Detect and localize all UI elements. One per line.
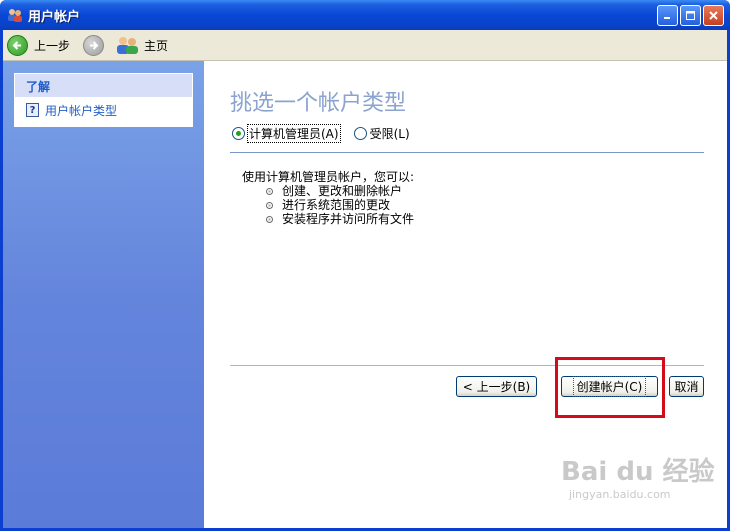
title-bar[interactable]: 用户帐户 [0,0,730,30]
account-description: 使用计算机管理员帐户，您可以: 创建、更改和删除帐户 进行系统范围的更改 安装程… [242,170,414,226]
bullet-icon [266,187,273,195]
baidu-watermark: Bai du 经验 jingyan.baidu.com [561,451,715,501]
home-users-icon [117,37,138,54]
list-item: 进行系统范围的更改 [266,198,414,212]
page-title: 挑选一个帐户类型 [230,91,407,116]
minimize-button[interactable] [657,5,678,26]
sidebar-item-account-types[interactable]: ? 用户帐户类型 [15,97,192,123]
radio-button-administrator[interactable] [232,127,245,140]
radio-option-administrator[interactable]: 计算机管理员(A) [232,124,341,143]
list-item: 安装程序并访问所有文件 [266,212,414,226]
home-label: 主页 [144,38,169,53]
minimize-icon [664,17,670,19]
help-icon: ? [26,103,39,117]
back-button[interactable]: 上一步 [7,33,70,57]
radio-option-limited[interactable]: 受限(L) [353,125,410,142]
divider [230,152,704,153]
window-title: 用户帐户 [28,10,81,25]
close-icon [709,11,718,20]
close-button[interactable] [703,5,724,26]
maximize-button[interactable] [680,5,701,26]
forward-button[interactable] [83,33,104,57]
home-button[interactable]: 主页 [116,33,168,57]
back-label: 上一步 [34,38,71,53]
list-item-text: 进行系统范围的更改 [282,198,391,212]
sidebar-item-label: 用户帐户类型 [45,103,118,118]
cancel-button[interactable]: 取消 [669,376,704,397]
toolbar: 上一步 主页 [3,30,727,61]
back-step-button[interactable]: < 上一步(B) [456,376,537,397]
radio-label-administrator: 计算机管理员(A) [247,124,341,143]
forward-arrow-icon [83,34,104,56]
radio-button-limited[interactable] [353,127,367,140]
watermark-logo: Bai du 经验 [561,457,715,487]
capability-list: 创建、更改和删除帐户 进行系统范围的更改 安装程序并访问所有文件 [266,184,414,226]
bullet-icon [266,201,273,209]
description-text: 使用计算机管理员帐户，您可以: [242,170,415,184]
list-item: 创建、更改和删除帐户 [266,184,414,198]
list-item-text: 创建、更改和删除帐户 [282,184,403,198]
users-icon [8,9,22,22]
bullet-icon [266,215,273,223]
sidebar-section-title: 了解 [15,74,192,97]
account-type-options: 计算机管理员(A) 受限(L) [232,124,424,143]
learn-about-panel: 了解 ? 用户帐户类型 [14,73,193,127]
highlight-annotation [555,357,665,418]
maximize-icon [686,11,695,20]
sidebar: 了解 ? 用户帐户类型 [3,61,204,528]
list-item-text: 安装程序并访问所有文件 [282,212,415,226]
watermark-url: jingyan.baidu.com [569,488,671,501]
user-accounts-window: 用户帐户 上一步 主页 了解 ? 用户帐户类型 挑选一个帐户类型 计算机管理员(… [0,0,730,531]
radio-label-limited: 受限(L) [369,127,410,141]
back-arrow-icon [7,34,28,56]
